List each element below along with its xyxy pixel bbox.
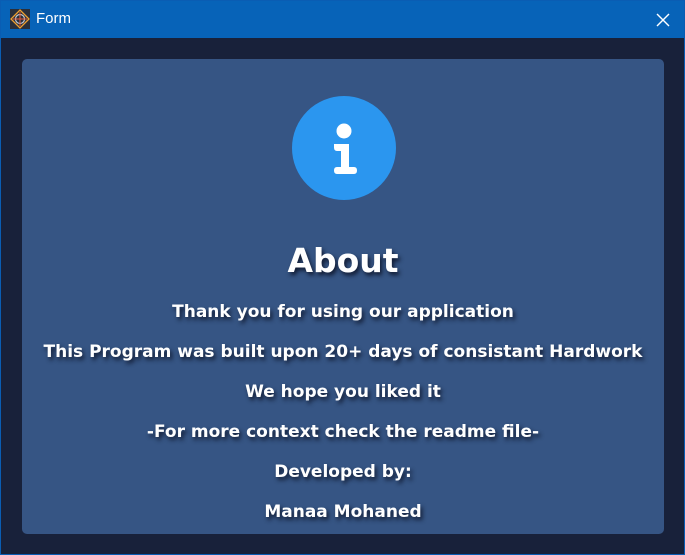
app-logo-icon <box>10 9 30 29</box>
form-window: Form About Thank you for using our appli… <box>0 0 685 555</box>
close-icon <box>656 13 670 26</box>
about-heading: About <box>287 241 399 280</box>
thank-you-text: Thank you for using our application <box>172 302 514 322</box>
readme-text: -For more context check the readme file- <box>146 422 540 442</box>
title-bar[interactable]: Form <box>1 1 684 38</box>
developed-by-label: Developed by: <box>274 462 412 482</box>
info-icon <box>292 96 396 200</box>
about-panel: About Thank you for using our applicatio… <box>22 59 664 534</box>
developer-name: Manaa Mohaned <box>264 502 422 522</box>
hardwork-text: This Program was built upon 20+ days of … <box>43 342 643 362</box>
hope-text: We hope you liked it <box>245 382 441 402</box>
close-button[interactable] <box>648 5 678 34</box>
window-title: Form <box>36 10 71 27</box>
